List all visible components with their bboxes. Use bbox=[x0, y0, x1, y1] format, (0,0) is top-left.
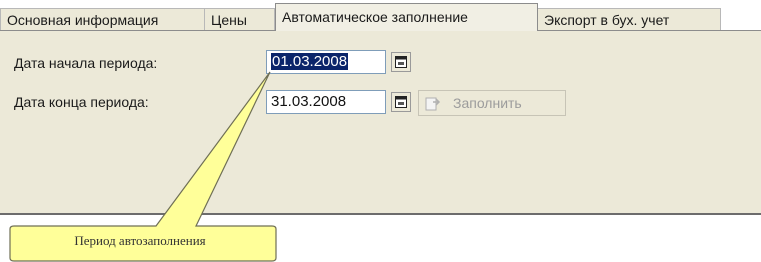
tab-auto-fill[interactable]: Автоматическое заполнение bbox=[275, 3, 538, 31]
callout-text: Период автозаполнения bbox=[74, 233, 206, 248]
callout-balloon bbox=[9, 71, 277, 262]
